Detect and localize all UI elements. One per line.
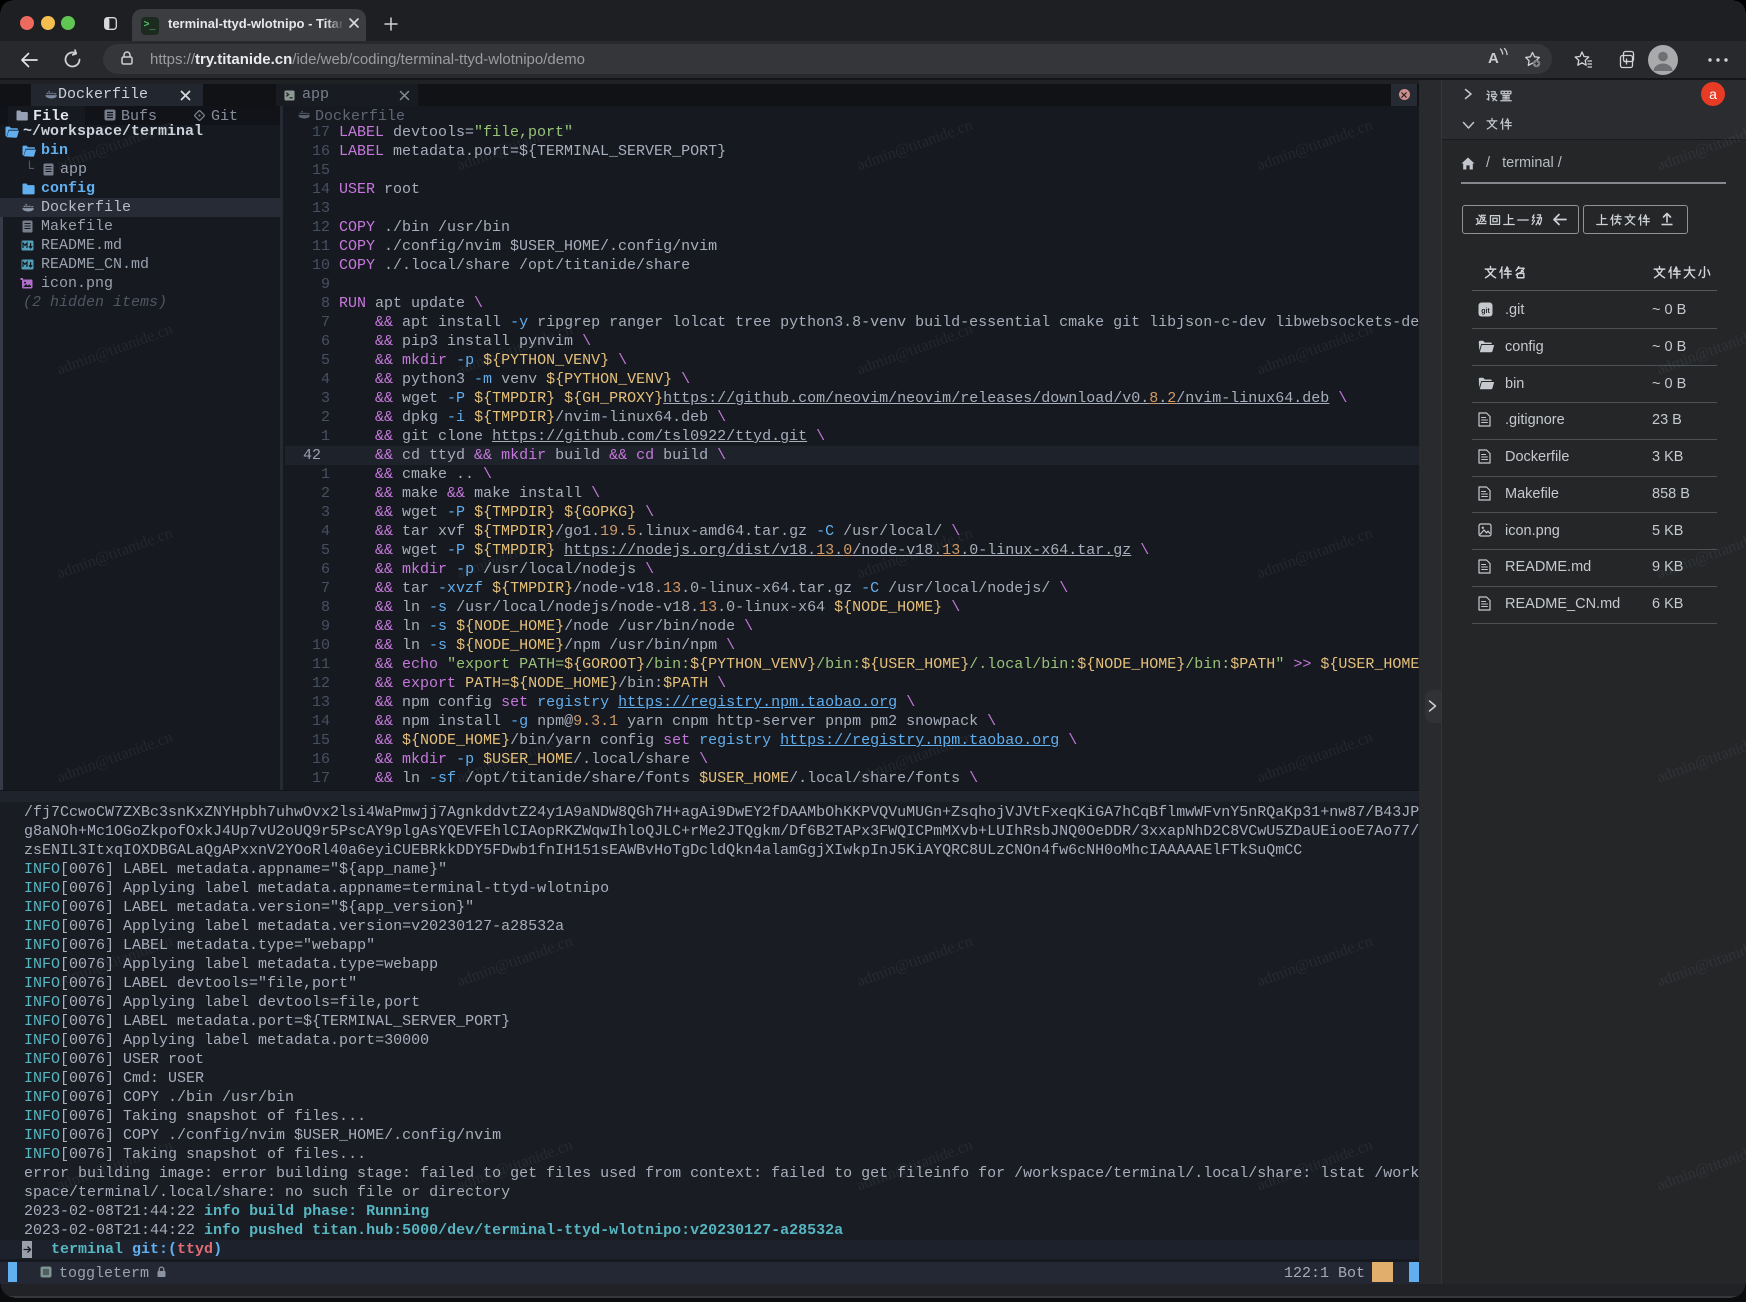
svg-text:git: git — [1481, 308, 1490, 315]
